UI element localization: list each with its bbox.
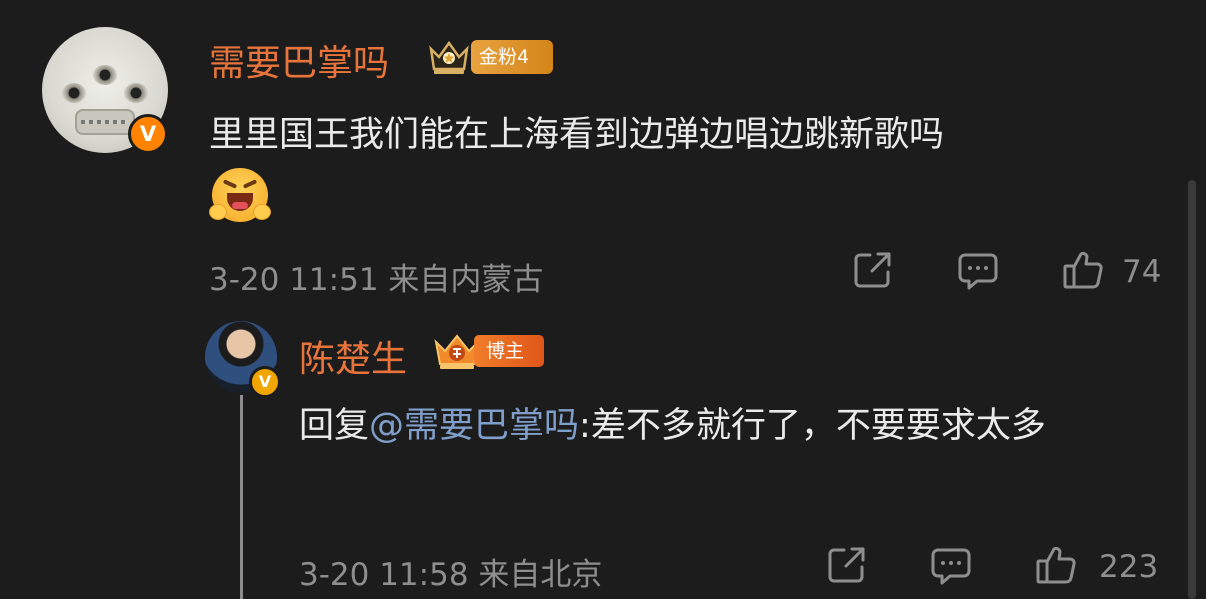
comment-meta: 3-20 11:51 来自内蒙古: [209, 254, 543, 299]
share-icon: [854, 252, 891, 288]
like-icon: [1036, 546, 1076, 584]
comment-text: 里里国王我们能在上海看到边弹边唱边跳新歌吗: [209, 115, 945, 155]
like-button[interactable]: [1062, 249, 1104, 291]
mention-link[interactable]: @需要巴掌吗: [369, 406, 579, 446]
scream-face-emoji-icon: [209, 168, 271, 222]
comment-icon: [958, 253, 998, 290]
blogger-badge: 博主: [474, 335, 544, 367]
share-button[interactable]: [826, 545, 868, 585]
fan-badge: 金粉4: [471, 40, 553, 74]
like-count: 74: [1122, 254, 1162, 290]
crown-icon: [429, 40, 469, 74]
reply-text: 回复@需要巴掌吗:差不多就行了，不要要求太多: [299, 398, 1179, 454]
like-icon: [1063, 251, 1103, 289]
reply-body: :差不多就行了，不要要求太多: [579, 406, 1046, 446]
reply-prefix: 回复: [299, 406, 370, 446]
scrollbar[interactable]: [1188, 180, 1196, 599]
username[interactable]: 需要巴掌吗: [209, 34, 389, 86]
timestamp: 3-20 11:58: [299, 557, 469, 593]
comment-meta: 3-20 11:58 来自北京: [299, 549, 602, 594]
share-button[interactable]: [852, 250, 894, 290]
verified-badge-icon: V: [128, 114, 168, 154]
share-icon: [828, 547, 865, 583]
thread-line: [240, 395, 243, 599]
like-count: 223: [1099, 549, 1159, 585]
location: 来自北京: [478, 557, 603, 593]
username[interactable]: 陈楚生: [299, 330, 407, 382]
timestamp: 3-20 11:51: [209, 262, 379, 298]
comment-thread: V 需要巴掌吗 金粉4 里里国王我们能在上海看到边弹边唱边跳新歌吗 3-20 1…: [0, 0, 1206, 599]
verified-badge-icon: V: [249, 366, 281, 398]
reply-button[interactable]: [957, 251, 999, 291]
like-button[interactable]: [1035, 544, 1077, 586]
comment-icon: [931, 548, 971, 585]
reply-button[interactable]: [930, 546, 972, 586]
location: 来自内蒙古: [388, 262, 544, 298]
